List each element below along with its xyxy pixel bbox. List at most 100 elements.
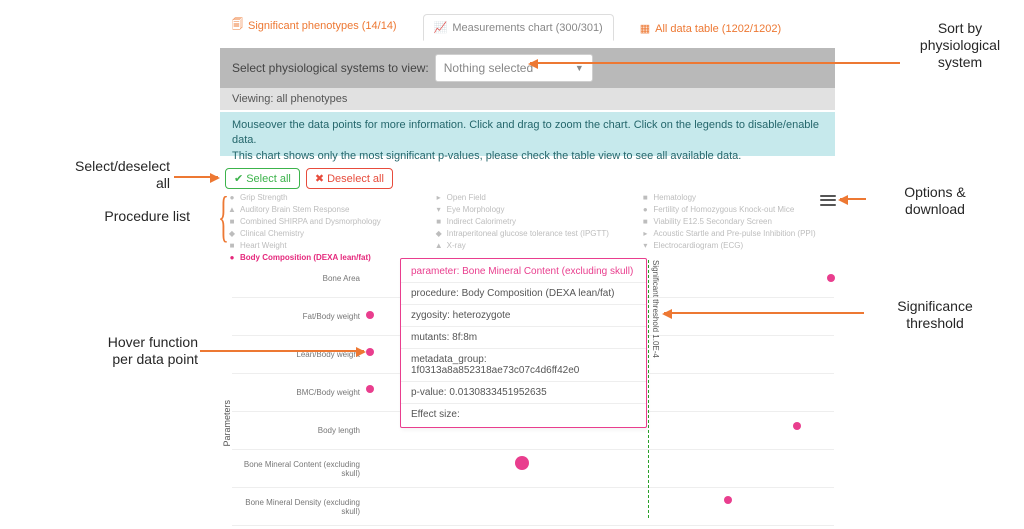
legend-label: Intraperitoneal glucose tolerance test (… <box>447 228 609 240</box>
procedure-legend: ●Grip Strength▲Auditory Brain Stem Respo… <box>228 192 832 264</box>
legend-label: Indirect Calorimetry <box>447 216 516 228</box>
data-point[interactable] <box>515 456 529 470</box>
close-icon: ✖ <box>315 172 324 185</box>
legend-label: Electrocardiogram (ECG) <box>653 240 743 252</box>
tooltip-effect: Effect size: <box>401 404 646 425</box>
legend-item[interactable]: ■ Indirect Calorimetry <box>435 216 626 228</box>
data-point[interactable] <box>724 496 732 504</box>
legend-symbol-icon: ■ <box>228 218 236 226</box>
legend-label: Hematology <box>653 192 696 204</box>
legend-item[interactable]: ■ Hematology <box>641 192 832 204</box>
legend-item[interactable]: ●Grip Strength <box>228 192 419 204</box>
legend-symbol-icon: ■ <box>228 242 236 250</box>
legend-item[interactable]: ■ Heart Weight <box>228 240 419 252</box>
table-icon: ▦ <box>640 22 650 35</box>
select-buttons: ✔ Select all ✖ Deselect all <box>225 168 393 189</box>
legend-symbol-icon: ▾ <box>641 242 649 250</box>
info-line: This chart shows only the most significa… <box>232 149 823 164</box>
tab-alldata[interactable]: ▦ All data table (1202/1202) <box>638 16 783 41</box>
tab-label: All data table (1202/1202) <box>655 23 781 35</box>
legend-symbol-icon: ● <box>641 206 649 214</box>
brace-icon: { <box>218 185 229 249</box>
duplicate-icon: 🗐 <box>232 16 243 35</box>
legend-label: Clinical Chemistry <box>240 228 304 240</box>
tab-measurements[interactable]: 📈 Measurements chart (300/301) <box>423 14 614 41</box>
legend-item[interactable]: ◆Intraperitoneal glucose tolerance test … <box>435 228 626 240</box>
legend-label: Heart Weight <box>240 240 287 252</box>
legend-symbol-icon: ■ <box>641 194 649 202</box>
annotation-threshold: Significance threshold <box>870 298 1000 332</box>
parameter-label: Bone Mineral Density (excluding skull) <box>232 498 360 516</box>
data-point[interactable] <box>827 274 835 282</box>
data-point[interactable] <box>793 422 801 430</box>
tooltip-pvalue: p-value: 0.0130833451952635 <box>401 382 646 404</box>
legend-item[interactable]: ●Fertility of Homozygous Knock-out Mice <box>641 204 832 216</box>
data-point[interactable] <box>366 311 374 319</box>
threshold-line <box>648 260 649 518</box>
data-point[interactable] <box>366 385 374 393</box>
legend-item[interactable]: ▲X-ray <box>435 240 626 252</box>
arrow-icon <box>174 176 218 178</box>
legend-symbol-icon: ▾ <box>435 206 443 214</box>
info-bar: Mouseover the data points for more infor… <box>220 112 835 156</box>
arrow-icon <box>840 198 866 200</box>
datapoint-tooltip: parameter: Bone Mineral Content (excludi… <box>400 258 647 428</box>
viewing-text: Viewing: all phenotypes <box>232 93 347 105</box>
annotation-options: Options & download <box>870 184 1000 218</box>
system-select-placeholder: Nothing selected <box>444 61 533 75</box>
tooltip-mutants: mutants: 8f:8m <box>401 327 646 349</box>
legend-col: ▸Open Field▾Eye Morphology ■ Indirect Calo… <box>435 192 626 264</box>
tab-label: Significant phenotypes (14/14) <box>248 20 397 32</box>
legend-label: Grip Strength <box>240 192 288 204</box>
legend-symbol-icon: ▲ <box>228 206 236 214</box>
info-line: Mouseover the data points for more infor… <box>232 118 823 149</box>
legend-col: ■ Hematology●Fertility of Homozygous Knoc… <box>641 192 832 264</box>
annotation-select-all: Select/deselect all <box>30 158 170 192</box>
tooltip-zygosity: zygosity: heterozygote <box>401 305 646 327</box>
threshold-label: Significant threshold 1.0E-4 <box>651 260 660 358</box>
y-axis-title: Parameters <box>222 400 232 447</box>
parameter-label: Bone Mineral Content (excluding skull) <box>232 460 360 478</box>
tooltip-metadata: metadata_group: 1f0313a8a852318ae73c07c4… <box>401 349 646 382</box>
legend-label: Viability E12.5 Secondary Screen <box>653 216 772 228</box>
annotation-sort-by: Sort by physiological system <box>905 20 1015 70</box>
tooltip-procedure: procedure: Body Composition (DEXA lean/f… <box>401 283 646 305</box>
viewing-bar: Viewing: all phenotypes <box>220 88 835 110</box>
annotation-hover: Hover function per data point <box>48 334 198 368</box>
button-label: Select all <box>246 173 291 185</box>
legend-item[interactable]: ▾ Electrocardiogram (ECG) <box>641 240 832 252</box>
parameter-label: Body length <box>232 426 360 435</box>
legend-symbol-icon: ■ <box>435 218 443 226</box>
chart-row: Bone Mineral Content (excluding skull) <box>232 450 834 488</box>
system-select[interactable]: Nothing selected ▼ <box>435 54 593 82</box>
legend-item[interactable]: ▲ Auditory Brain Stem Response <box>228 204 419 216</box>
legend-symbol-icon: ◆ <box>228 230 236 238</box>
arrow-icon <box>530 62 900 64</box>
legend-item[interactable]: ■ Combined SHIRPA and Dysmorphology <box>228 216 419 228</box>
tab-significant[interactable]: 🗐 Significant phenotypes (14/14) <box>230 10 399 41</box>
check-icon: ✔ <box>234 172 243 185</box>
legend-label: Acoustic Startle and Pre-pulse Inhibitio… <box>653 228 815 240</box>
chevron-down-icon: ▼ <box>575 63 584 73</box>
legend-col: ●Grip Strength ▲ Auditory Brain Stem Respo… <box>228 192 419 264</box>
parameter-label: Fat/Body weight <box>232 312 360 321</box>
legend-label: Auditory Brain Stem Response <box>240 204 349 216</box>
legend-item[interactable]: ▾Eye Morphology <box>435 204 626 216</box>
parameter-label: BMC/Body weight <box>232 388 360 397</box>
chart-icon: 📈 <box>434 21 448 34</box>
legend-label: Combined SHIRPA and Dysmorphology <box>240 216 381 228</box>
arrow-icon <box>200 350 364 352</box>
legend-item[interactable]: ▸Open Field <box>435 192 626 204</box>
chart-row: Bone Mineral Density (excluding skull) <box>232 488 834 526</box>
legend-symbol-icon: ▸ <box>641 230 649 238</box>
deselect-all-button[interactable]: ✖ Deselect all <box>306 168 393 189</box>
button-label: Deselect all <box>327 173 384 185</box>
tab-label: Measurements chart (300/301) <box>452 22 602 34</box>
legend-item[interactable]: ▸ Acoustic Startle and Pre-pulse Inhibiti… <box>641 228 832 240</box>
legend-symbol-icon: ■ <box>641 218 649 226</box>
select-all-button[interactable]: ✔ Select all <box>225 168 300 189</box>
data-point[interactable] <box>366 348 374 356</box>
legend-label: Open Field <box>447 192 486 204</box>
legend-item[interactable]: ◆ Clinical Chemistry <box>228 228 419 240</box>
legend-item[interactable]: ■ Viability E12.5 Secondary Screen <box>641 216 832 228</box>
